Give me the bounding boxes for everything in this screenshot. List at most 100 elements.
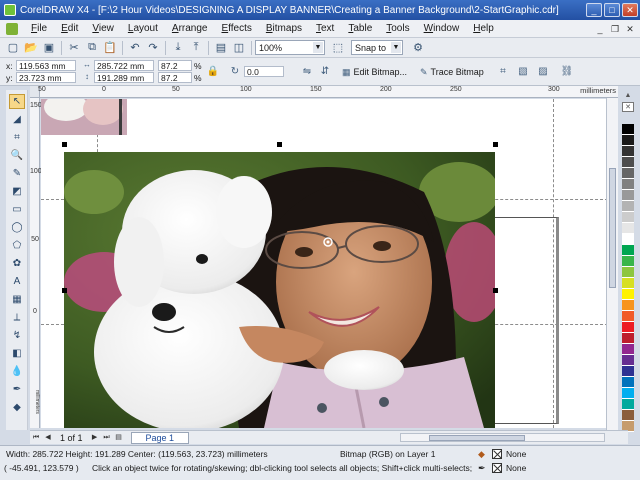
ellipse-tool-icon[interactable]: ◯ [9, 220, 25, 235]
last-page-icon[interactable]: ⏭ [101, 432, 113, 443]
save-icon[interactable]: ▣ [40, 40, 58, 56]
link-icon[interactable]: ⛓ [560, 65, 574, 79]
table-tool-icon[interactable]: ▦ [9, 292, 25, 307]
text-tool-icon[interactable]: A [9, 274, 25, 289]
maximize-button[interactable]: □ [604, 3, 620, 17]
doc-restore-icon[interactable]: ❐ [609, 23, 621, 35]
fill-none-icon[interactable] [492, 449, 502, 459]
vertical-ruler[interactable]: 150 100 50 0 millimeters [30, 98, 42, 428]
edit-bitmap-button[interactable]: ▦ Edit Bitmap... [342, 63, 407, 81]
smart-fill-tool-icon[interactable]: ◩ [9, 184, 25, 199]
menu-edit[interactable]: Edit [54, 23, 85, 34]
horizontal-scroll-thumb[interactable] [429, 435, 525, 441]
color-swatch[interactable] [622, 146, 634, 157]
selection-handle-middle-right[interactable] [493, 288, 498, 293]
fill-tool-icon[interactable]: ◆ [9, 400, 25, 415]
mirror-horizontal-icon[interactable]: ⇋ [300, 65, 314, 79]
copy-icon[interactable]: ⧉ [83, 40, 101, 56]
rotation-icon[interactable]: ↻ [228, 65, 242, 79]
selection-handle-top-center[interactable] [277, 142, 282, 147]
outline-tool-icon[interactable]: ✒ [9, 382, 25, 397]
color-swatch[interactable] [622, 311, 634, 322]
application-launcher-icon[interactable]: ▤ [212, 40, 230, 56]
freehand-tool-icon[interactable]: ✎ [9, 166, 25, 181]
doc-close-icon[interactable]: ✕ [624, 23, 636, 35]
previous-page-icon[interactable]: ◀ [42, 432, 54, 443]
menu-bitmaps[interactable]: Bitmaps [259, 23, 309, 34]
rectangle-tool-icon[interactable]: ▭ [9, 202, 25, 217]
connector-tool-icon[interactable]: ↯ [9, 328, 25, 343]
options-icon[interactable]: ⚙ [409, 40, 427, 56]
color-swatch[interactable] [622, 410, 634, 421]
color-swatch[interactable] [622, 212, 634, 223]
resample-icon[interactable]: ▧ [516, 65, 530, 79]
color-swatch[interactable] [622, 157, 634, 168]
coreldraw-app-icon[interactable] [4, 4, 16, 16]
drawing-canvas[interactable] [41, 99, 618, 428]
doc-minimize-icon[interactable]: _ [594, 23, 606, 35]
selection-handle-top-left[interactable] [62, 142, 67, 147]
menu-window[interactable]: Window [417, 23, 467, 34]
next-page-icon[interactable]: ▶ [89, 432, 101, 443]
color-swatch[interactable] [622, 201, 634, 212]
welcome-screen-icon[interactable]: ◫ [230, 40, 248, 56]
horizontal-ruler[interactable]: 50 0 50 100 150 200 250 300 [38, 86, 618, 98]
bitmap-color-mask-icon[interactable]: ▨ [536, 65, 550, 79]
color-swatch[interactable] [622, 322, 634, 333]
palette-scroll-up-icon[interactable]: ▲ [622, 92, 634, 102]
x-position-input[interactable]: 119.563 mm [16, 60, 76, 71]
pick-tool-icon[interactable]: ↖ [9, 94, 25, 109]
color-swatch[interactable] [622, 388, 634, 399]
y-position-input[interactable]: 23.723 mm [16, 72, 76, 83]
scale-x-input[interactable]: 87.2 [158, 60, 192, 71]
zoom-level-select[interactable]: 100% ▼ [255, 40, 325, 55]
color-swatch[interactable] [622, 278, 634, 289]
color-swatch[interactable] [622, 366, 634, 377]
mirror-vertical-icon[interactable]: ⇵ [318, 65, 332, 79]
color-swatch[interactable] [622, 377, 634, 388]
color-swatch[interactable] [622, 168, 634, 179]
menu-view[interactable]: View [85, 23, 121, 34]
close-button[interactable]: ✕ [622, 3, 638, 17]
color-swatch[interactable] [622, 256, 634, 267]
color-swatch[interactable] [622, 289, 634, 300]
menu-layout[interactable]: Layout [121, 23, 165, 34]
eyedropper-tool-icon[interactable]: 💧 [9, 364, 25, 379]
trace-bitmap-button[interactable]: ✎ Trace Bitmap [420, 63, 484, 81]
add-page-icon[interactable]: ▤ [113, 432, 125, 443]
bitmap-thumbnail[interactable] [41, 99, 131, 135]
paste-icon[interactable]: 📋 [101, 40, 119, 56]
cut-icon[interactable]: ✂ [65, 40, 83, 56]
height-input[interactable]: 191.289 mm [94, 72, 154, 83]
menu-effects[interactable]: Effects [214, 23, 258, 34]
menu-text[interactable]: Text [309, 23, 341, 34]
scale-y-input[interactable]: 87.2 [158, 72, 192, 83]
zoom-tool-icon[interactable]: 🔍 [9, 148, 25, 163]
no-color-swatch-icon[interactable]: ✕ [622, 102, 634, 112]
horizontal-scrollbar[interactable] [400, 433, 605, 442]
crop-tool-icon[interactable]: ⌗ [9, 130, 25, 145]
selection-handle-top-right[interactable] [493, 142, 498, 147]
export-icon[interactable]: ⤒ [187, 40, 205, 56]
interactive-blend-tool-icon[interactable]: ◧ [9, 346, 25, 361]
menu-file[interactable]: File [24, 23, 54, 34]
full-screen-icon[interactable]: ⬚ [329, 40, 347, 56]
new-document-icon[interactable]: ▢ [4, 40, 22, 56]
document-menu-icon[interactable] [6, 22, 18, 35]
width-input[interactable]: 285.722 mm [94, 60, 154, 71]
basic-shapes-tool-icon[interactable]: ✿ [9, 256, 25, 271]
color-swatch[interactable] [622, 124, 634, 135]
lock-ratio-icon[interactable]: 🔒 [206, 65, 220, 79]
color-swatch[interactable] [622, 399, 634, 410]
menu-arrange[interactable]: Arrange [165, 23, 215, 34]
undo-icon[interactable]: ↶ [126, 40, 144, 56]
color-swatch[interactable] [622, 355, 634, 366]
color-swatch[interactable] [622, 135, 634, 146]
shape-tool-icon[interactable]: ◢ [9, 112, 25, 127]
outline-none-icon[interactable] [492, 463, 502, 473]
rotation-input[interactable]: 0.0 [244, 66, 284, 77]
color-swatch[interactable] [622, 300, 634, 311]
selection-handle-middle-left[interactable] [62, 288, 67, 293]
menu-help[interactable]: Help [466, 23, 501, 34]
polygon-tool-icon[interactable]: ⬠ [9, 238, 25, 253]
